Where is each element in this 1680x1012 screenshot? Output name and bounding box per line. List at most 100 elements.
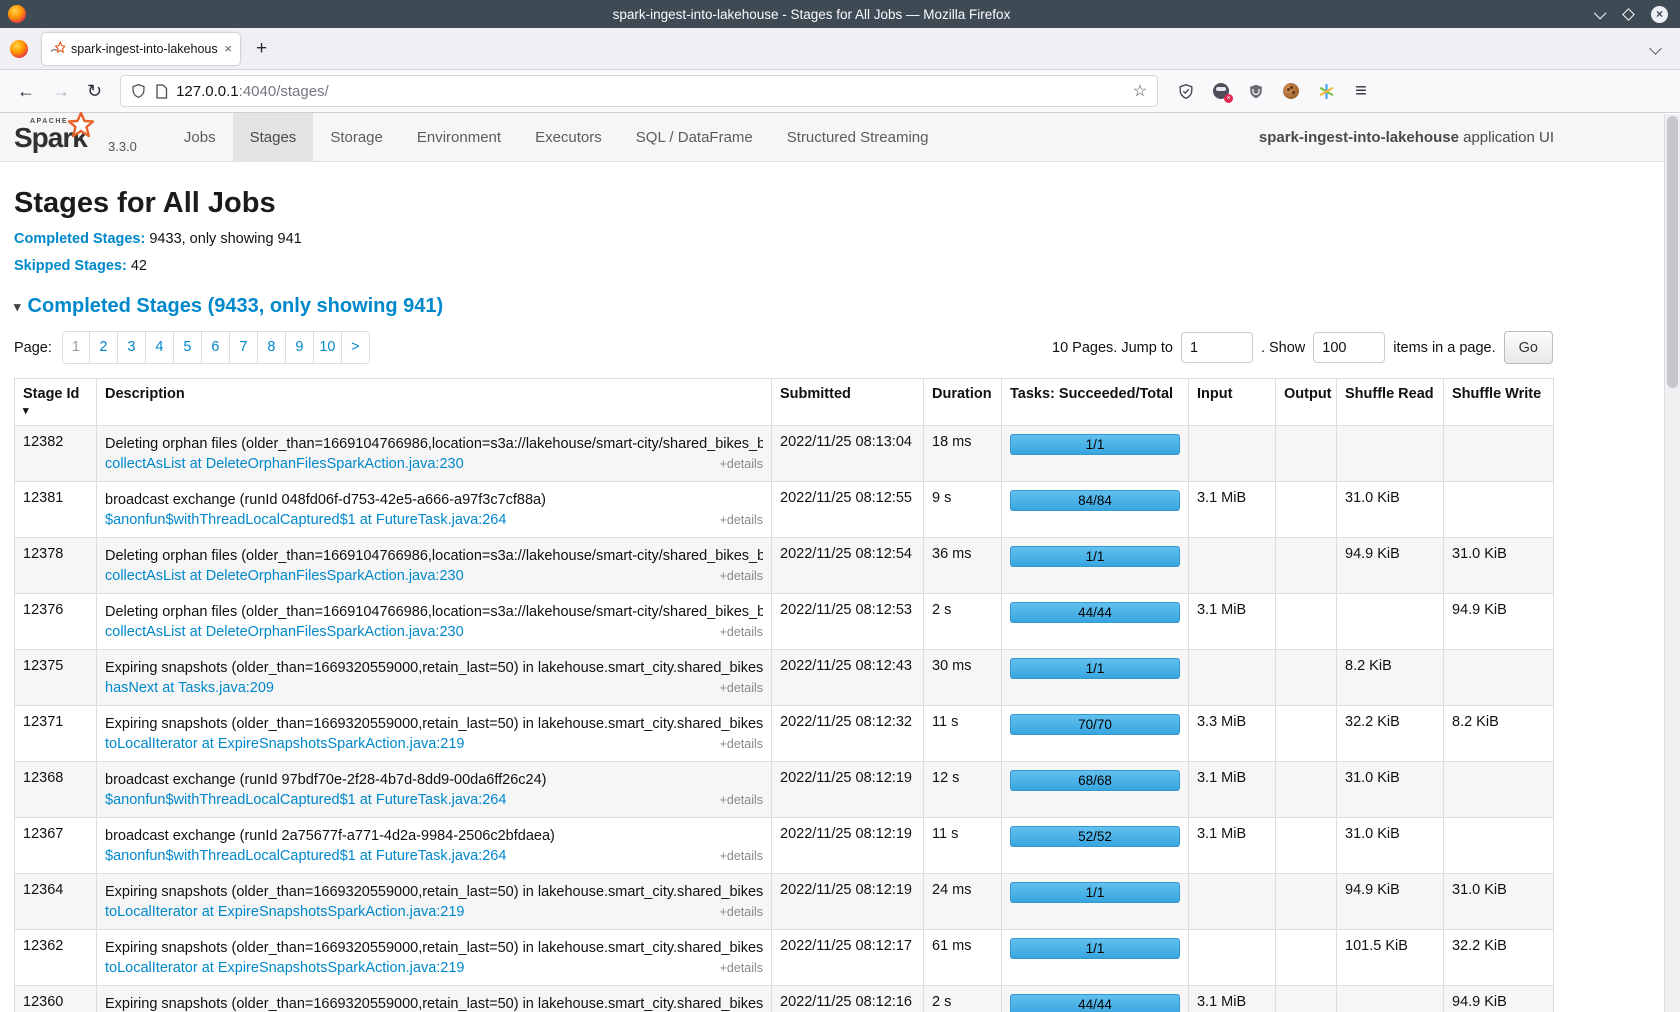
page-button-9[interactable]: 9 (286, 331, 314, 364)
page-button-5[interactable]: 5 (174, 331, 202, 364)
stage-callsite-link[interactable]: toLocalIterator at ExpireSnapshotsSparkA… (105, 959, 465, 978)
extension-asterisk-icon[interactable] (1318, 83, 1335, 100)
show-count-input[interactable] (1313, 332, 1385, 363)
spark-nav-items: JobsStagesStorageEnvironmentExecutorsSQL… (167, 113, 946, 161)
nav-item-jobs[interactable]: Jobs (167, 113, 233, 161)
stages-table: Stage Id ▾ Description Submitted Duratio… (14, 378, 1554, 1012)
page-button-8[interactable]: 8 (258, 331, 286, 364)
spark-logo[interactable]: APACHE Spark (14, 113, 106, 161)
shuffle-read-cell: 94.9 KiB (1337, 874, 1444, 930)
extension-shield-check-icon[interactable] (1178, 83, 1194, 100)
stage-callsite-link[interactable]: $anonfun$withThreadLocalCaptured$1 at Fu… (105, 791, 506, 810)
maximize-icon[interactable] (1622, 8, 1635, 21)
extension-mask-icon[interactable] (1213, 83, 1229, 99)
header-duration[interactable]: Duration (924, 379, 1002, 426)
page-button-3[interactable]: 3 (118, 331, 146, 364)
tab-close-icon[interactable]: × (224, 41, 232, 56)
page-info-icon[interactable] (155, 84, 168, 99)
details-toggle[interactable]: +details (720, 513, 763, 527)
page-button-4[interactable]: 4 (146, 331, 174, 364)
page-button-6[interactable]: 6 (202, 331, 230, 364)
nav-item-executors[interactable]: Executors (518, 113, 619, 161)
header-submitted[interactable]: Submitted (772, 379, 924, 426)
header-stage-id[interactable]: Stage Id ▾ (15, 379, 97, 426)
submitted-cell: 2022/11/25 08:12:17 (772, 930, 924, 986)
details-toggle[interactable]: +details (720, 681, 763, 695)
details-toggle[interactable]: +details (720, 905, 763, 919)
forward-icon[interactable]: → (52, 81, 70, 102)
submitted-cell: 2022/11/25 08:12:43 (772, 650, 924, 706)
stage-callsite-link[interactable]: $anonfun$withThreadLocalCaptured$1 at Fu… (105, 511, 506, 530)
page-button-10[interactable]: 10 (314, 331, 342, 364)
stage-callsite-link[interactable]: toLocalIterator at ExpireSnapshotsSparkA… (105, 903, 465, 922)
skipped-stages-link[interactable]: Skipped Stages: (14, 258, 127, 274)
menu-icon[interactable]: ≡ (1355, 80, 1367, 103)
stage-callsite-link[interactable]: collectAsList at DeleteOrphanFilesSparkA… (105, 567, 464, 586)
navigation-toolbar: ← → ↻ 127.0.0.1:4040/stages/ ☆ ≡ (0, 70, 1680, 113)
stage-callsite-link[interactable]: toLocalIterator at ExpireSnapshotsSparkA… (105, 735, 465, 754)
page-button-1[interactable]: 1 (62, 331, 90, 364)
submitted-cell: 2022/11/25 08:12:32 (772, 706, 924, 762)
page-button-next[interactable]: > (342, 331, 370, 364)
header-description[interactable]: Description (97, 379, 772, 426)
duration-cell: 24 ms (924, 874, 1002, 930)
extension-ublock-icon[interactable] (1248, 83, 1264, 100)
stage-callsite-link[interactable]: $anonfun$withThreadLocalCaptured$1 at Fu… (105, 847, 506, 866)
url-bar[interactable]: 127.0.0.1:4040/stages/ ☆ (120, 75, 1158, 107)
shuffle-write-cell (1444, 762, 1554, 818)
firefox-pin-icon[interactable] (10, 40, 28, 58)
back-icon[interactable]: ← (17, 81, 35, 102)
header-tasks[interactable]: Tasks: Succeeded/Total (1002, 379, 1189, 426)
jump-to-input[interactable] (1181, 332, 1253, 363)
go-button[interactable]: Go (1504, 331, 1553, 364)
extension-cookie-icon[interactable] (1283, 83, 1299, 99)
skipped-stages-line: Skipped Stages: 42 (14, 258, 1553, 274)
new-tab-button[interactable]: + (256, 38, 267, 60)
stage-callsite-link[interactable]: collectAsList at DeleteOrphanFilesSparkA… (105, 623, 464, 642)
page-content: Stages for All Jobs Completed Stages: 94… (14, 187, 1553, 1012)
stage-callsite-link[interactable]: hasNext at Tasks.java:209 (105, 679, 274, 698)
close-icon[interactable]: × (1651, 6, 1668, 23)
details-toggle[interactable]: +details (720, 793, 763, 807)
skipped-stages-value: 42 (127, 258, 147, 274)
tab-list-chevron-icon[interactable] (1649, 42, 1662, 55)
details-toggle[interactable]: +details (720, 569, 763, 583)
details-toggle[interactable]: +details (720, 961, 763, 975)
page-button-7[interactable]: 7 (230, 331, 258, 364)
submitted-cell: 2022/11/25 08:12:53 (772, 594, 924, 650)
header-shuffle-read[interactable]: Shuffle Read (1337, 379, 1444, 426)
browser-tab[interactable]: spark-ingest-into-lakehous × (42, 33, 240, 65)
nav-item-environment[interactable]: Environment (400, 113, 518, 161)
nav-item-storage[interactable]: Storage (313, 113, 400, 161)
table-row: 12375 Expiring snapshots (older_than=166… (15, 650, 1554, 706)
header-output[interactable]: Output (1276, 379, 1337, 426)
scrollbar[interactable] (1664, 114, 1680, 1012)
tab-title: spark-ingest-into-lakehous (71, 42, 218, 56)
input-cell: 3.1 MiB (1189, 482, 1276, 538)
tasks-progress-bar: 84/84 (1010, 490, 1180, 511)
header-input[interactable]: Input (1189, 379, 1276, 426)
shuffle-read-cell: 31.0 KiB (1337, 762, 1444, 818)
reload-icon[interactable]: ↻ (87, 81, 102, 102)
details-toggle[interactable]: +details (720, 625, 763, 639)
output-cell (1276, 706, 1337, 762)
nav-item-sql-dataframe[interactable]: SQL / DataFrame (619, 113, 770, 161)
stage-callsite-link[interactable]: collectAsList at DeleteOrphanFilesSparkA… (105, 455, 464, 474)
nav-item-structured-streaming[interactable]: Structured Streaming (770, 113, 946, 161)
completed-stages-section-header[interactable]: ▾ Completed Stages (9433, only showing 9… (14, 295, 1553, 318)
nav-item-stages[interactable]: Stages (233, 113, 314, 161)
completed-stages-link[interactable]: Completed Stages: (14, 231, 145, 247)
details-toggle[interactable]: +details (720, 457, 763, 471)
details-toggle[interactable]: +details (720, 849, 763, 863)
url-host: 127.0.0.1 (176, 83, 239, 100)
shuffle-read-cell (1337, 426, 1444, 482)
page-button-2[interactable]: 2 (90, 331, 118, 364)
header-shuffle-write[interactable]: Shuffle Write (1444, 379, 1554, 426)
scrollbar-thumb[interactable] (1667, 116, 1678, 388)
tracking-shield-icon[interactable] (131, 83, 146, 99)
details-toggle[interactable]: +details (720, 737, 763, 751)
input-cell: 3.1 MiB (1189, 986, 1276, 1012)
duration-cell: 11 s (924, 818, 1002, 874)
page-title: Stages for All Jobs (14, 187, 1553, 220)
bookmark-star-icon[interactable]: ☆ (1133, 81, 1147, 101)
